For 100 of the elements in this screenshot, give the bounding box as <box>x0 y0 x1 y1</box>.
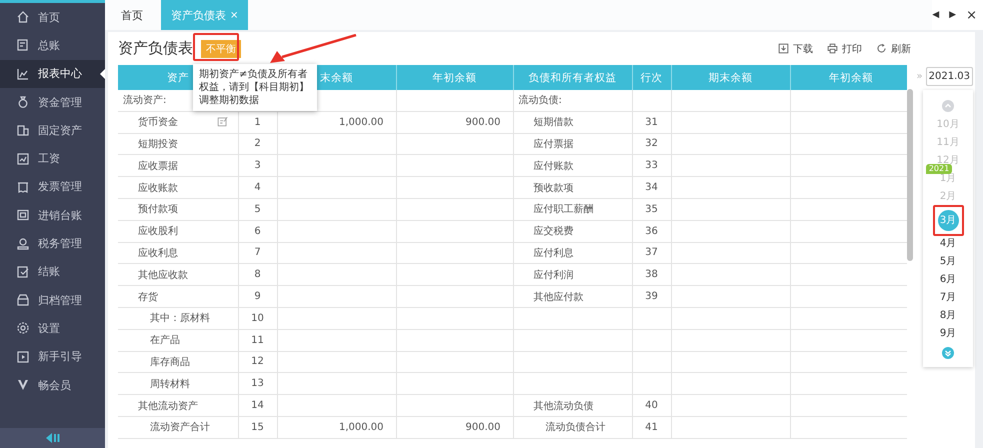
sidebar-item[interactable]: 新手引导 <box>0 342 105 371</box>
row-label: 在产品 <box>150 334 180 348</box>
row-label: 库存商品 <box>150 356 190 369</box>
sidebar-item[interactable]: 首页 <box>0 3 105 32</box>
table-cell: 35 <box>632 198 671 220</box>
download-button[interactable]: 下载 <box>778 42 813 56</box>
sidebar-item[interactable]: 工资 <box>0 144 105 173</box>
month-item: 11月 <box>936 136 960 150</box>
status-badge: 不平衡 <box>201 40 241 58</box>
year-tag: 2021 <box>926 164 952 174</box>
sidebar-item[interactable]: 税务管理 <box>0 229 105 258</box>
row-label: 流动负债合计 <box>546 420 606 434</box>
refresh-button[interactable]: 刷新 <box>876 42 911 56</box>
download-icon <box>778 43 789 54</box>
month-item[interactable]: 8月 <box>940 307 956 325</box>
table-cell: 6 <box>238 220 277 242</box>
sidebar-item[interactable]: 结账 <box>0 258 105 286</box>
row-label: 预付款项 <box>138 203 178 216</box>
row-label: 应付职工薪酬 <box>534 202 594 216</box>
table-cell: 13 <box>238 372 277 395</box>
scroll-left-button[interactable]: ◀ <box>932 10 940 20</box>
warning-tooltip: 期初资产≠负债及所有者权益，请到【科目期初】调整期初数据 <box>193 64 317 111</box>
sidebar-item[interactable]: 进销台账 <box>0 201 105 230</box>
scroll-up-icon[interactable] <box>942 100 954 112</box>
table-cell: 7 <box>238 242 277 264</box>
table-cell: 900.00 <box>396 111 513 134</box>
month-item: 2月 <box>940 190 956 204</box>
collapse-icon[interactable] <box>46 433 60 443</box>
month-item[interactable]: 7月 <box>940 289 956 307</box>
table-cell: 14 <box>238 394 277 416</box>
sidebar-item[interactable]: 归档管理 <box>0 286 105 314</box>
sidebar-item[interactable]: 设置 <box>0 314 105 343</box>
row-label: 短期借款 <box>534 116 574 130</box>
stamp-icon <box>16 236 30 251</box>
table-cell: 10 <box>238 307 277 330</box>
highlight-frame <box>932 205 964 236</box>
row-label: 货币资金 <box>138 116 178 130</box>
table-cell: 36 <box>632 220 671 242</box>
row-label: 应收票据 <box>138 160 178 173</box>
table-cell: 9 <box>238 286 277 308</box>
table-cell: 39 <box>632 286 671 308</box>
table-cell: 31 <box>632 111 671 134</box>
row-label: 应收账款 <box>138 182 178 195</box>
receipt-icon <box>16 180 30 194</box>
close-button[interactable]: × <box>966 8 977 22</box>
row-label: 周转材料 <box>150 378 190 391</box>
sidebar-item[interactable]: 固定资产 <box>0 116 105 144</box>
table-cell: 33 <box>632 154 671 177</box>
column-header: 行次 <box>632 65 671 90</box>
table-cell: 1,000.00 <box>277 416 396 438</box>
row-label: 应付票据 <box>534 138 574 151</box>
month-item[interactable]: 6月 <box>940 271 956 289</box>
row-label: 其他应付款 <box>534 290 584 304</box>
sidebar-item[interactable]: 报表中心 <box>0 60 105 88</box>
form-icon <box>16 152 30 166</box>
sidebar-item[interactable]: 畅会员 <box>0 370 105 400</box>
scroll-right-button[interactable]: ▶ <box>949 10 956 20</box>
table-cell: 2 <box>238 133 277 155</box>
table-cell: 15 <box>238 416 277 438</box>
document-icon <box>16 38 30 52</box>
row-label: 其他流动负债 <box>534 400 594 413</box>
row-label: 存货 <box>138 290 158 304</box>
row-label: 应收利息 <box>138 246 178 260</box>
table-cell: 5 <box>238 198 277 220</box>
scroll-down-icon[interactable] <box>942 347 954 359</box>
tab[interactable]: 首页 <box>111 0 153 30</box>
table-cell: 40 <box>632 394 671 416</box>
row-label: 应付利息 <box>534 246 574 260</box>
period-field[interactable]: 2021.03 <box>926 67 974 86</box>
row-label: 应收股利 <box>138 224 178 238</box>
column-header: 期末余额 <box>671 65 790 90</box>
table-cell: 38 <box>632 264 671 286</box>
report-title: 资产负债表 <box>118 39 193 58</box>
printer-icon <box>827 43 838 54</box>
building-icon <box>16 123 30 138</box>
row-label: 应付利润 <box>534 268 574 282</box>
highlight-frame <box>193 33 239 61</box>
row-label: 应付账款 <box>534 160 574 173</box>
row-label: 流动负债: <box>518 94 562 108</box>
table-cell: 11 <box>238 329 277 352</box>
row-label: 预收款项 <box>534 182 574 195</box>
month-item[interactable]: 5月 <box>940 253 956 271</box>
month-item[interactable]: 9月 <box>940 325 956 343</box>
month-item[interactable]: 4月 <box>940 235 956 253</box>
table-cell: 37 <box>632 242 671 264</box>
settings-icon <box>16 321 30 336</box>
row-label: 流动资产合计 <box>150 420 210 434</box>
month-item: 10月 <box>936 118 960 132</box>
table-cell: 12 <box>238 351 277 373</box>
sidebar-item[interactable]: 资金管理 <box>0 88 105 116</box>
column-header: 负债和所有者权益 <box>513 65 632 90</box>
scrollbar[interactable] <box>907 89 914 261</box>
print-button[interactable]: 打印 <box>827 42 862 56</box>
play-icon <box>16 350 30 364</box>
sidebar-item[interactable]: 总账 <box>0 31 105 60</box>
sidebar-item[interactable]: 发票管理 <box>0 172 105 202</box>
table-cell: 8 <box>238 264 277 286</box>
edit-icon[interactable] <box>216 116 228 128</box>
row-label: 短期投资 <box>138 138 178 151</box>
column-header: 年初余额 <box>396 65 513 90</box>
